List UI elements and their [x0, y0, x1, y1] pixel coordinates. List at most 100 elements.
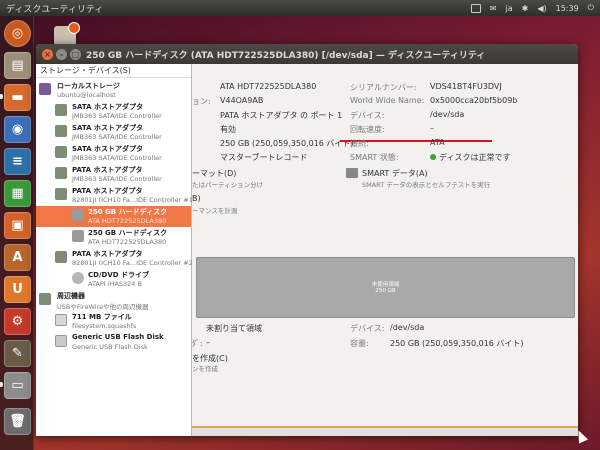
files-icon[interactable]: ▤ — [4, 52, 31, 79]
volume-device-value: /dev/sda — [390, 323, 425, 332]
item-title: 周辺機器 — [57, 292, 85, 300]
health-ok-icon — [430, 154, 436, 160]
sidebar-item-pata-adapter[interactable]: PATA ホストアダプタ 82801JI (ICH10 Fa...IDE Con… — [36, 185, 193, 206]
sidebar-item-pata-adapter[interactable]: PATA ホストアダプタ JMB363 SATA/IDE Controller — [36, 164, 191, 185]
rotation-label: 回転速度: — [350, 125, 385, 134]
item-subtitle: Generic USB Flash Disk — [72, 343, 148, 351]
gimp-icon[interactable]: ✎ — [4, 340, 31, 367]
calc-icon[interactable]: ▦ — [4, 180, 31, 207]
active-app-title: ディスクユーティリティ — [6, 4, 104, 15]
sidebar-item-sata-adapter[interactable]: SATA ホストアダプタ JMB363 SATA/IDE Controller — [36, 143, 191, 164]
volume-capacity-value: 250 GB (250,059,350,016 バイト) — [390, 339, 524, 348]
adapter-icon — [55, 188, 67, 200]
sidebar-item-sata-adapter[interactable]: SATA ホストアダプタ JMB363 SATA/IDE Controller — [36, 122, 191, 143]
item-title: CD/DVD ドライブ — [88, 271, 149, 279]
clock[interactable]: 15:39 — [556, 4, 579, 13]
smart-status-text: ディスクは正常です — [439, 153, 511, 162]
item-title: SATA ホストアダプタ — [72, 145, 144, 153]
minimize-button[interactable]: – — [56, 49, 67, 60]
drive-details-panel: ATA HDT722525DLA380 ョン: V44OA9AB PATA ホス… — [192, 64, 578, 436]
item-subtitle: ATAPI iHAS324 B — [88, 280, 142, 288]
format-drive-action[interactable]: ーマット(D) — [192, 168, 236, 179]
sidebar-item-peripherals[interactable]: 周辺機器 USBやFireWireや他の周辺機器 — [36, 290, 191, 311]
smart-data-desc: SMART データの表示とセルフテストを実行 — [362, 181, 491, 189]
item-subtitle: 82801JI (ICH10 Fa...IDE Controller #2 — [72, 259, 193, 267]
ubuntu-one-icon[interactable]: U — [4, 276, 31, 303]
volume-icon[interactable]: ◀) — [537, 4, 546, 13]
window-status-strip — [192, 426, 578, 436]
maximize-button[interactable]: □ — [70, 49, 81, 60]
disk-utility-window: × – □ 250 GB ハードディスク (ATA HDT722525DLA38… — [36, 44, 578, 436]
launcher: ◎ ▤ ▬ ◉ ≡ ▦ ▣ A U ⚙ ✎ ▭ 🗑 — [0, 16, 34, 450]
sidebar-item-hard-disk[interactable]: 250 GB ハードディスク ATA HDT722525DLA380 — [36, 227, 191, 248]
hard-disk-icon — [72, 230, 84, 242]
adapter-icon — [55, 167, 67, 179]
desktop-badge-icon — [68, 22, 80, 34]
smart-data-icon — [346, 168, 358, 178]
item-title: 250 GB ハードディスク — [88, 229, 168, 237]
close-button[interactable]: × — [42, 49, 53, 60]
disk-utility-icon[interactable]: ▭ — [4, 372, 31, 399]
running-indicator — [0, 94, 3, 99]
window-titlebar[interactable]: × – □ 250 GB ハードディスク (ATA HDT722525DLA38… — [36, 44, 578, 64]
item-title: Generic USB Flash Disk — [72, 333, 164, 341]
power-icon[interactable]: ⏻ — [588, 3, 594, 13]
hard-disk-icon — [72, 209, 84, 221]
trash-icon[interactable]: 🗑 — [4, 408, 31, 435]
wwn-value: 0x5000cca20bf5b09b — [430, 96, 518, 105]
sidebar-item-hard-disk-selected[interactable]: 250 GB ハードディスク ATA HDT722525DLA380 — [36, 206, 191, 227]
mail-icon[interactable]: ✉ — [490, 4, 497, 13]
folder-icon[interactable]: ▬ — [4, 84, 31, 111]
firmware-label: ョン: — [192, 97, 211, 106]
firmware-value: V44OA9AB — [220, 96, 264, 105]
sidebar-item-pata-adapter[interactable]: PATA ホストアダプタ 82801JI (ICH10 Fa...IDE Con… — [36, 248, 193, 269]
item-subtitle: ATA HDT722525DLA380 — [88, 217, 167, 225]
storage-devices-sidebar: ストレージ・デバイス(S) ローカルストレージ ubuntu@localhost… — [36, 64, 193, 436]
input-method-indicator[interactable]: ja — [506, 4, 513, 13]
firefox-icon[interactable]: ◉ — [4, 116, 31, 143]
writer-icon[interactable]: ≡ — [4, 148, 31, 175]
network-icon[interactable] — [470, 3, 481, 13]
volume-capacity-label: 容量: — [350, 339, 369, 348]
item-subtitle: JMB363 SATA/IDE Controller — [72, 175, 162, 183]
volume-type-label: ﾀﾞ: — [192, 339, 203, 348]
sidebar-item-usb-flash[interactable]: Generic USB Flash Disk Generic USB Flash… — [36, 332, 191, 353]
item-title: PATA ホストアダプタ — [72, 250, 143, 258]
sidebar-item-optical-drive[interactable]: CD/DVD ドライブ ATAPI iHAS324 B — [36, 269, 191, 290]
connection-value: ATA — [430, 138, 445, 147]
smart-status-label: SMART 状態: — [350, 153, 399, 162]
benchmark-action[interactable]: B) — [192, 194, 201, 203]
item-subtitle: JMB363 SATA/IDE Controller — [72, 133, 162, 141]
item-subtitle: ATA HDT722525DLA380 — [88, 238, 167, 246]
bluetooth-icon[interactable]: ✱ — [522, 4, 529, 13]
benchmark-desc: ーマンスを計測 — [192, 207, 238, 215]
sidebar-header: ストレージ・デバイス(S) — [36, 64, 191, 78]
item-title: PATA ホストアダプタ — [72, 187, 143, 195]
wwn-label: World Wide Name: — [350, 96, 425, 105]
format-drive-desc: たはパーティション分け — [192, 181, 264, 189]
volume-name: 未割り当て領域 — [206, 324, 262, 333]
item-title: ローカルストレージ — [57, 82, 120, 90]
impress-icon[interactable]: ▣ — [4, 212, 31, 239]
sidebar-item-file[interactable]: 711 MB ファイル filesystem.squashfs — [36, 311, 191, 332]
item-subtitle: 82801JI (ICH10 Fa...IDE Controller #1 — [72, 196, 193, 204]
active-indicator — [0, 382, 3, 387]
location-value: PATA ホストアダプタ の ポート 1 — [220, 111, 343, 120]
item-subtitle: ubuntu@localhost — [57, 91, 116, 99]
item-title: 250 GB ハードディスク — [88, 208, 168, 216]
smart-data-action[interactable]: SMART データ(A) — [362, 168, 428, 179]
item-subtitle: JMB363 SATA/IDE Controller — [72, 112, 162, 120]
file-icon — [55, 314, 67, 326]
item-title: 711 MB ファイル — [72, 313, 132, 321]
sidebar-item-local-storage[interactable]: ローカルストレージ ubuntu@localhost — [36, 80, 191, 101]
item-subtitle: filesystem.squashfs — [72, 322, 137, 330]
serial-value: VDS41BT4FU3DVJ — [430, 82, 502, 91]
window-title: 250 GB ハードディスク (ATA HDT722525DLA380) [/d… — [86, 51, 486, 61]
volume-bar-unallocated[interactable]: 未使用領域 250 GB — [196, 257, 575, 318]
settings-icon[interactable]: ⚙ — [4, 308, 31, 335]
software-center-icon[interactable]: A — [4, 244, 31, 271]
rotation-value: – — [430, 124, 434, 133]
dash-icon[interactable]: ◎ — [4, 20, 31, 47]
sidebar-item-sata-adapter[interactable]: SATA ホストアダプタ JMB363 SATA/IDE Controller — [36, 101, 191, 122]
adapter-icon — [55, 146, 67, 158]
